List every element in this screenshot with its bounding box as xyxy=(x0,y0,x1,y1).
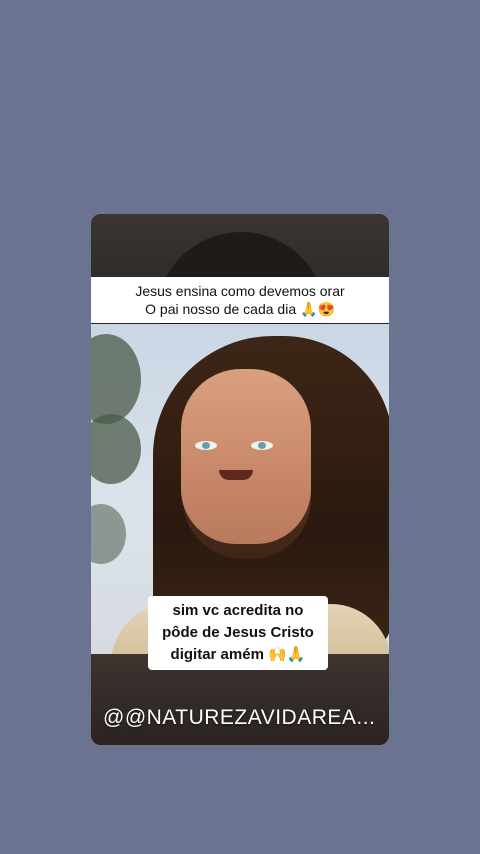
right-eye xyxy=(251,441,273,450)
left-eye xyxy=(195,441,217,450)
middle-caption-line-3: digitar amém 🙌🙏 xyxy=(170,646,306,663)
figure-mouth xyxy=(219,470,253,480)
tree-foliage xyxy=(91,504,126,564)
top-caption-line-2: O pai nosso de cada dia 🙏😍 xyxy=(145,301,335,317)
tree-foliage xyxy=(91,414,141,484)
tree-foliage xyxy=(91,334,141,424)
figure-face xyxy=(181,369,311,544)
middle-caption-line-1: sim vc acredita no xyxy=(172,602,304,619)
video-card[interactable]: Jesus ensina como devemos orar O pai nos… xyxy=(91,214,389,745)
middle-caption: sim vc acredita no pôde de Jesus Cristo … xyxy=(148,596,328,670)
watermark-handle: @@NATUREZAVIDAREA... xyxy=(103,706,376,729)
top-caption: Jesus ensina como devemos orar O pai nos… xyxy=(91,277,389,323)
top-caption-line-1: Jesus ensina como devemos orar xyxy=(135,283,345,299)
middle-caption-line-2: pôde de Jesus Cristo xyxy=(162,624,314,641)
